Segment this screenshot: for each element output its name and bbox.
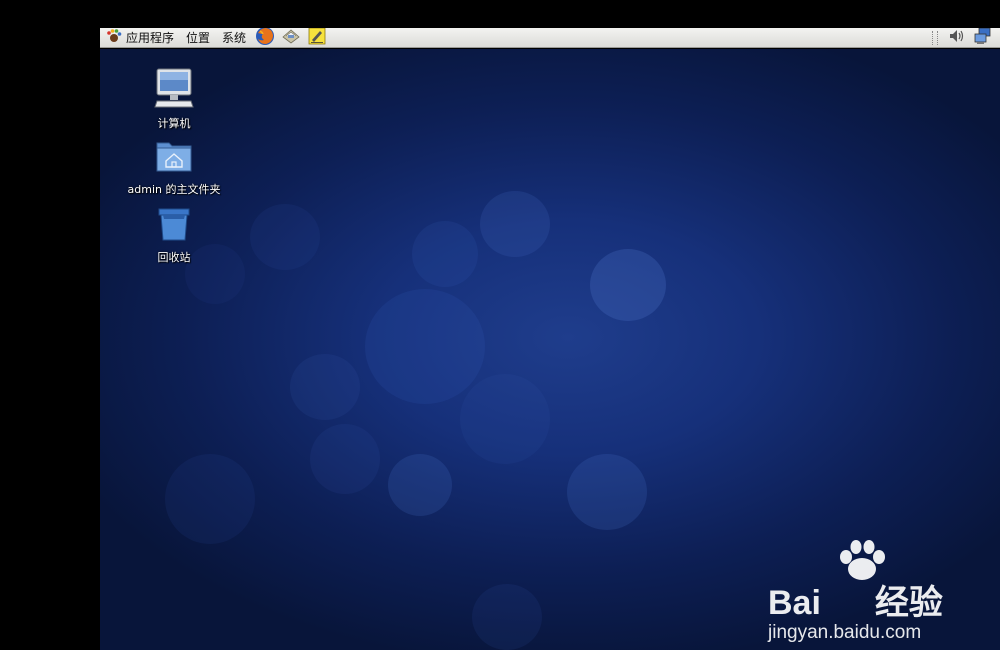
firefox-icon <box>255 28 275 50</box>
bokeh-circle <box>165 454 255 544</box>
watermark-brand-cn: 经验 <box>874 583 943 623</box>
computer-icon <box>153 67 195 113</box>
system-menu-label: 系统 <box>222 31 247 45</box>
watermark-brand-text: Bai <box>768 584 821 622</box>
network-control[interactable] <box>972 28 994 48</box>
mail-icon <box>281 28 301 49</box>
bokeh-circle <box>365 289 485 404</box>
applications-menu[interactable]: 应用程序 <box>100 28 180 48</box>
desktop-icon-label: admin 的主文件夹 <box>127 183 221 196</box>
volume-icon <box>948 28 966 48</box>
system-menu[interactable]: 系统 <box>216 28 252 48</box>
system-tray <box>926 28 1000 48</box>
bokeh-circle <box>250 204 320 270</box>
desktop-icon-label: 回收站 <box>157 251 191 264</box>
firefox-launcher[interactable] <box>254 28 276 48</box>
trash-icon <box>155 205 193 247</box>
tray-handle[interactable] <box>932 31 938 45</box>
top-panel: 应用程序 位置 系统 <box>100 28 1000 48</box>
bokeh-circle <box>460 374 550 464</box>
bokeh-circle <box>388 454 452 516</box>
notes-launcher[interactable] <box>306 28 328 48</box>
places-menu[interactable]: 位置 <box>180 28 216 48</box>
gnome-foot-icon <box>106 28 122 47</box>
watermark-url: jingyan.baidu.com <box>768 622 922 643</box>
desktop-screen: 应用程序 位置 系统 计算机 admin 的主文件夹 回收站 Bai 经验 ji… <box>100 28 1000 650</box>
bokeh-circle <box>472 584 542 650</box>
desktop-background[interactable]: 计算机 admin 的主文件夹 回收站 Bai 经验 jingyan.baidu… <box>100 49 1000 650</box>
desktop-icon-computer[interactable]: 计算机 <box>119 67 229 131</box>
desktop-icon-label: 计算机 <box>157 117 191 130</box>
bokeh-circle <box>290 354 360 420</box>
bokeh-circle <box>590 249 666 321</box>
bokeh-circle <box>310 424 380 494</box>
mail-launcher[interactable] <box>280 28 302 48</box>
bokeh-circle <box>412 221 478 287</box>
desktop-icon-trash[interactable]: 回收站 <box>119 205 229 265</box>
home-folder-icon <box>154 137 194 179</box>
watermark-brand: Bai 经验 <box>768 575 943 624</box>
places-menu-label: 位置 <box>186 31 211 45</box>
network-icon <box>973 28 993 49</box>
baidu-jingyan-watermark: Bai 经验 jingyan.baidu.com <box>760 539 1000 649</box>
volume-control[interactable] <box>946 28 968 48</box>
bokeh-circle <box>567 454 647 530</box>
notes-icon <box>308 28 326 49</box>
desktop-icon-home-folder[interactable]: admin 的主文件夹 <box>119 137 229 197</box>
applications-menu-label: 应用程序 <box>126 31 175 45</box>
bokeh-circle <box>480 191 550 257</box>
